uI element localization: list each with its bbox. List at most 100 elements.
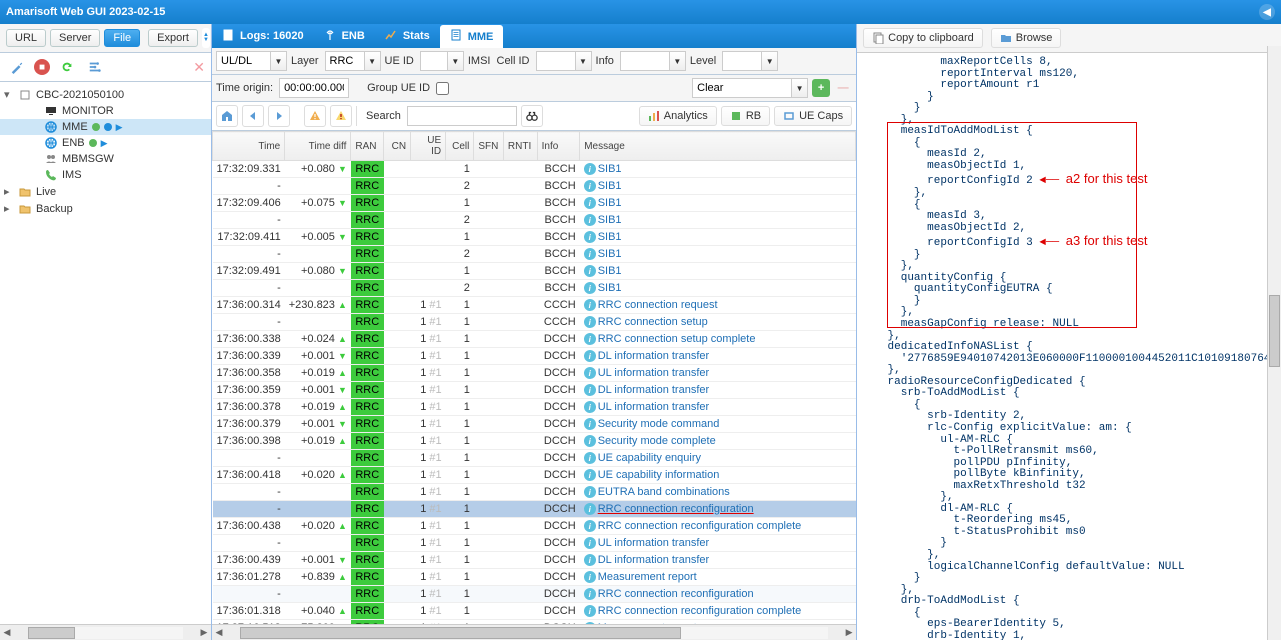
table-row[interactable]: 17:32:09.331+0.080 ▼RRC1BCCHiSIB1 bbox=[213, 161, 856, 178]
stop-icon[interactable]: ■ bbox=[34, 59, 50, 75]
collapse-icon[interactable]: ◀ bbox=[1259, 4, 1275, 20]
remove-filter-button[interactable]: — bbox=[834, 79, 852, 97]
analytics-button[interactable]: Analytics bbox=[639, 106, 717, 126]
column-header[interactable]: Cell bbox=[446, 132, 474, 161]
message-link[interactable]: Security mode complete bbox=[598, 435, 716, 447]
column-header[interactable]: Time diff bbox=[285, 132, 351, 161]
adjust-icon[interactable] bbox=[84, 57, 106, 77]
uldl-trigger[interactable]: ▼ bbox=[271, 51, 287, 71]
tree-node[interactable]: ▸Live bbox=[0, 183, 211, 200]
uldl-combo[interactable] bbox=[216, 51, 271, 71]
time-origin-input[interactable] bbox=[279, 78, 349, 98]
center-hscrollbar[interactable]: ◀▶ bbox=[212, 624, 856, 640]
message-link[interactable]: RRC connection reconfiguration bbox=[598, 588, 754, 600]
ueid-combo[interactable] bbox=[420, 51, 448, 71]
message-link[interactable]: SIB1 bbox=[598, 180, 622, 192]
message-link[interactable]: UE capability enquiry bbox=[598, 452, 701, 464]
table-row[interactable]: - RRC1 #11DCCHiUE capability enquiry bbox=[213, 450, 856, 467]
tree-node[interactable]: IMS bbox=[0, 167, 211, 183]
table-row[interactable]: - RRC2BCCHiSIB1 bbox=[213, 280, 856, 297]
message-link[interactable]: UL information transfer bbox=[598, 367, 709, 379]
tree-node[interactable]: ▸Backup bbox=[0, 200, 211, 217]
message-link[interactable]: EUTRA band combinations bbox=[598, 486, 730, 498]
message-link[interactable]: DL information transfer bbox=[598, 554, 709, 566]
table-row[interactable]: 17:36:00.378+0.019 ▲RRC1 #11DCCHiUL info… bbox=[213, 399, 856, 416]
message-link[interactable]: DL information transfer bbox=[598, 350, 709, 362]
search-input[interactable] bbox=[407, 106, 517, 126]
table-row[interactable]: 17:36:00.379+0.001 ▼RRC1 #11DCCHiSecurit… bbox=[213, 416, 856, 433]
message-link[interactable]: UL information transfer bbox=[598, 401, 709, 413]
info-trigger[interactable]: ▼ bbox=[670, 51, 686, 71]
tree-node[interactable]: MBMSGW bbox=[0, 151, 211, 167]
table-row[interactable]: - RRC2BCCHiSIB1 bbox=[213, 246, 856, 263]
refresh-icon[interactable] bbox=[56, 57, 78, 77]
table-row[interactable]: 17:36:00.359+0.001 ▼RRC1 #11DCCHiDL info… bbox=[213, 382, 856, 399]
message-link[interactable]: SIB1 bbox=[598, 248, 622, 260]
export-settings-icon[interactable]: ▲▼ bbox=[202, 28, 210, 48]
table-row[interactable]: 17:32:09.406+0.075 ▼RRC1BCCHiSIB1 bbox=[213, 195, 856, 212]
server-button[interactable]: Server bbox=[50, 29, 100, 47]
table-row[interactable]: 17:32:09.411+0.005 ▼RRC1BCCHiSIB1 bbox=[213, 229, 856, 246]
column-header[interactable]: Time bbox=[213, 132, 285, 161]
table-row[interactable]: 17:36:01.318+0.040 ▲RRC1 #11DCCHiRRC con… bbox=[213, 603, 856, 620]
url-button[interactable]: URL bbox=[6, 29, 46, 47]
code-viewer[interactable]: maxReportCells 8, reportInterval ms120, … bbox=[857, 53, 1281, 640]
tab-stats[interactable]: Stats bbox=[375, 25, 440, 48]
table-row[interactable]: - RRC1 #11DCCHiEUTRA band combinations bbox=[213, 484, 856, 501]
message-link[interactable]: SIB1 bbox=[598, 163, 622, 175]
expand-icon[interactable]: ▾ bbox=[4, 88, 14, 101]
table-row[interactable]: 17:36:00.438+0.020 ▲RRC1 #11DCCHiRRC con… bbox=[213, 518, 856, 535]
tab-enb[interactable]: ENB bbox=[314, 25, 375, 48]
add-filter-button[interactable]: + bbox=[812, 79, 830, 97]
uecaps-button[interactable]: UE Caps bbox=[774, 106, 852, 126]
message-link[interactable]: SIB1 bbox=[598, 197, 622, 209]
file-button[interactable]: File bbox=[104, 29, 140, 47]
layer-combo[interactable] bbox=[325, 51, 365, 71]
table-row[interactable]: 17:36:00.358+0.019 ▲RRC1 #11DCCHiUL info… bbox=[213, 365, 856, 382]
level-trigger[interactable]: ▼ bbox=[762, 51, 778, 71]
tree-node[interactable]: ENB ▶ bbox=[0, 135, 211, 151]
column-header[interactable]: Info bbox=[537, 132, 580, 161]
info-combo[interactable] bbox=[620, 51, 670, 71]
rb-button[interactable]: RB bbox=[721, 106, 770, 126]
ueid-trigger[interactable]: ▼ bbox=[448, 51, 464, 71]
message-link[interactable]: RRC connection setup complete bbox=[598, 333, 756, 345]
table-row[interactable]: - RRC1 #11DCCHiRRC connection reconfigur… bbox=[213, 501, 856, 518]
message-link[interactable]: Security mode command bbox=[598, 418, 720, 430]
table-row[interactable]: 17:37:16.518+75.200 ▲RRC1 #11DCCHiMeasur… bbox=[213, 620, 856, 625]
column-header[interactable]: RAN bbox=[351, 132, 384, 161]
log-grid[interactable]: TimeTime diffRANCNUE IDCellSFNRNTIInfoMe… bbox=[212, 131, 856, 624]
cellid-trigger[interactable]: ▼ bbox=[576, 51, 592, 71]
table-row[interactable]: - RRC1 #11CCCHiRRC connection setup bbox=[213, 314, 856, 331]
message-link[interactable]: SIB1 bbox=[598, 214, 622, 226]
table-row[interactable]: 17:36:00.398+0.019 ▲RRC1 #11DCCHiSecurit… bbox=[213, 433, 856, 450]
column-header[interactable]: CN bbox=[384, 132, 411, 161]
message-link[interactable]: UL information transfer bbox=[598, 537, 709, 549]
warning-icon[interactable] bbox=[304, 105, 326, 127]
nav-prev-button[interactable] bbox=[242, 105, 264, 127]
expand-icon[interactable]: ▸ bbox=[4, 202, 14, 215]
table-row[interactable]: 17:36:00.339+0.001 ▼RRC1 #11DCCHiDL info… bbox=[213, 348, 856, 365]
nav-home-button[interactable] bbox=[216, 105, 238, 127]
layer-trigger[interactable]: ▼ bbox=[365, 51, 381, 71]
clear-trigger[interactable]: ▼ bbox=[792, 78, 808, 98]
table-row[interactable]: 17:36:01.278+0.839 ▲RRC1 #11DCCHiMeasure… bbox=[213, 569, 856, 586]
message-link[interactable]: SIB1 bbox=[598, 231, 622, 243]
close-icon[interactable]: ✕ bbox=[193, 59, 205, 76]
column-header[interactable]: UE ID bbox=[411, 132, 446, 161]
export-button[interactable]: Export bbox=[148, 29, 198, 47]
browse-button[interactable]: Browse bbox=[991, 28, 1062, 48]
alert-icon[interactable] bbox=[330, 105, 352, 127]
table-row[interactable]: - RRC1 #11DCCHiUL information transfer bbox=[213, 535, 856, 552]
tree-node[interactable]: ▾CBC-2021050100 bbox=[0, 86, 211, 103]
group-ueid-checkbox[interactable] bbox=[436, 82, 449, 95]
message-link[interactable]: Measurement report bbox=[598, 571, 697, 583]
table-row[interactable]: - RRC2BCCHiSIB1 bbox=[213, 212, 856, 229]
table-row[interactable]: - RRC1 #11DCCHiRRC connection reconfigur… bbox=[213, 586, 856, 603]
tab-logs-16020[interactable]: Logs: 16020 bbox=[212, 25, 314, 48]
tab-mme[interactable]: MME bbox=[440, 25, 504, 48]
binoculars-icon[interactable] bbox=[521, 105, 543, 127]
message-link[interactable]: RRC connection request bbox=[598, 299, 718, 311]
wand-icon[interactable] bbox=[6, 57, 28, 77]
table-row[interactable]: 17:36:00.418+0.020 ▲RRC1 #11DCCHiUE capa… bbox=[213, 467, 856, 484]
